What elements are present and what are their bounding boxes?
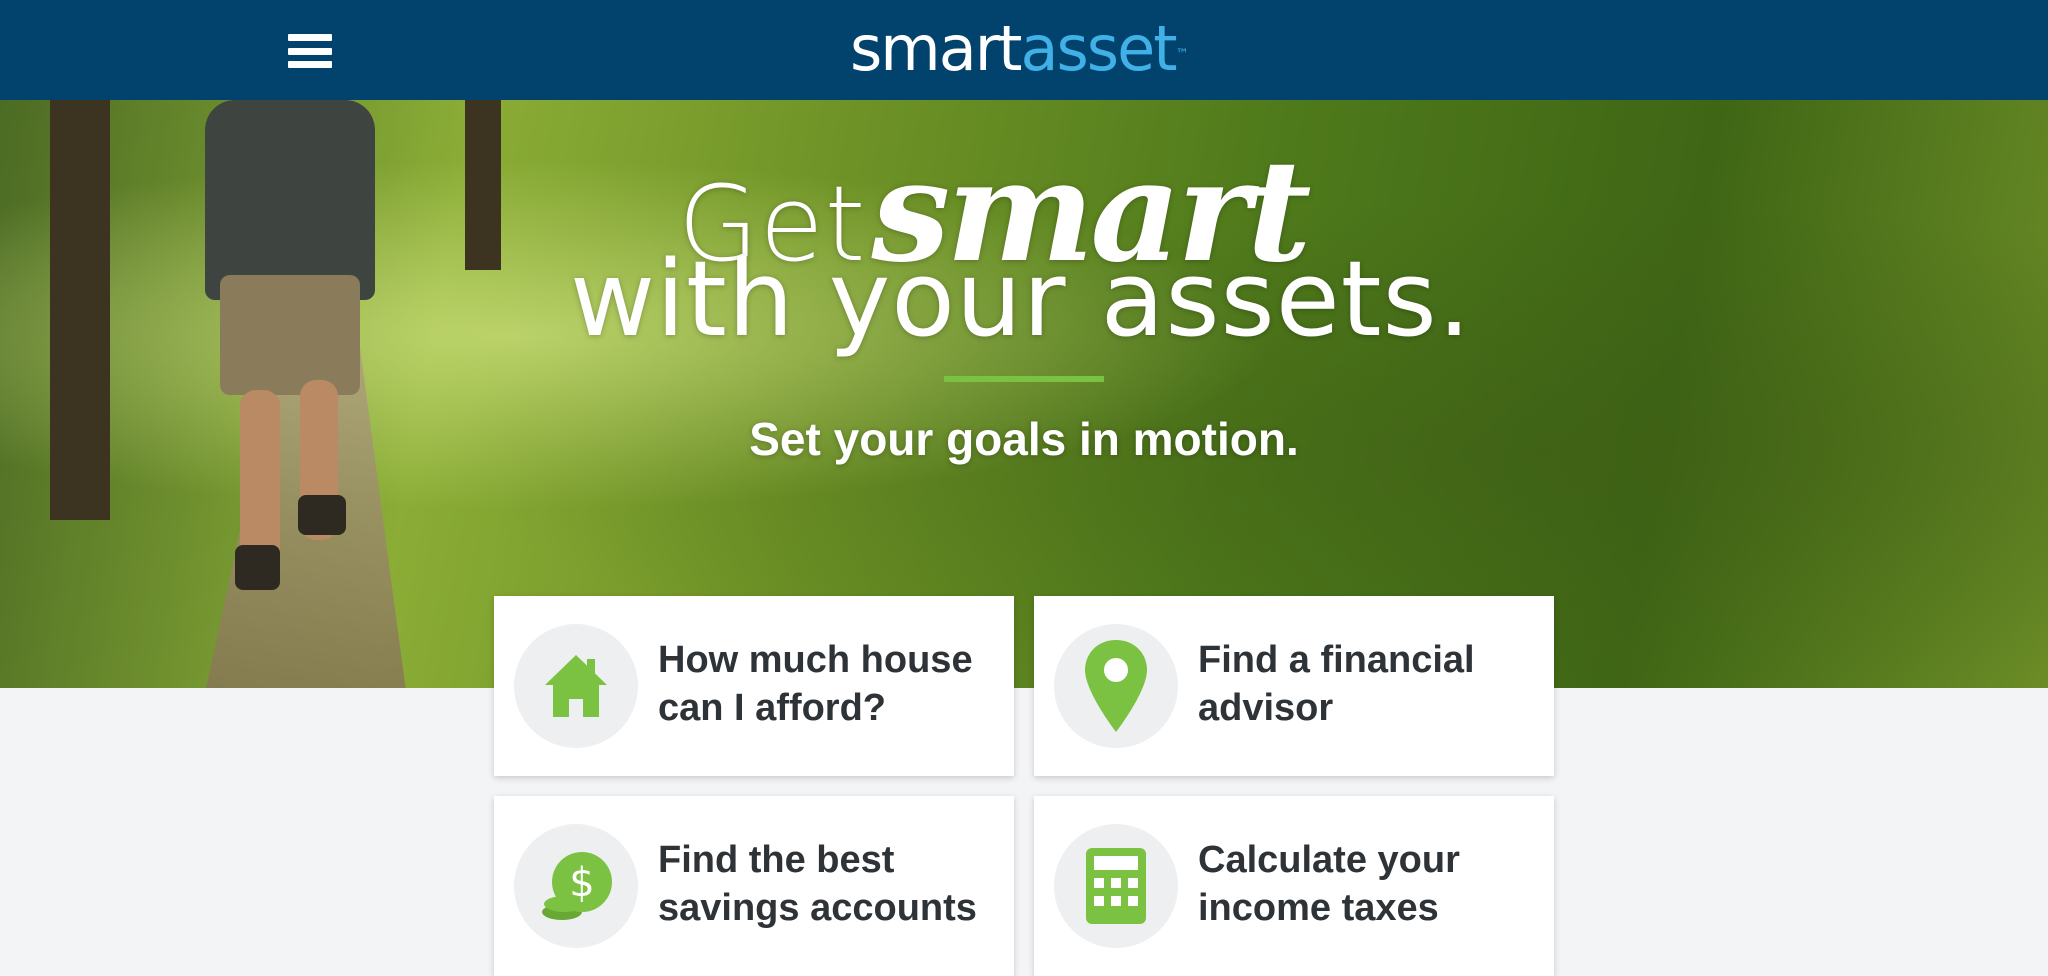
- card-label-line: advisor: [1198, 687, 1334, 729]
- card-label-line: savings accounts: [658, 887, 977, 929]
- hiker-shorts: [220, 275, 360, 395]
- logo-trademark: ™: [1175, 47, 1189, 62]
- card-label-line: Find the best: [658, 839, 895, 881]
- logo-text-asset: asset: [1020, 12, 1178, 85]
- card-house-affordability[interactable]: How much house can I afford?: [494, 596, 1014, 776]
- card-label-line: Find a financial: [1198, 639, 1475, 681]
- menu-bar-line: [288, 47, 332, 55]
- card-label-line: income taxes: [1198, 887, 1439, 929]
- house-icon: [514, 624, 638, 748]
- hiker-boot: [298, 495, 346, 535]
- card-label: Find the best savings accounts: [658, 836, 998, 932]
- svg-text:$: $: [569, 860, 594, 906]
- top-navigation-bar: smartasset™: [0, 0, 2048, 100]
- location-pin-icon: [1054, 624, 1178, 748]
- card-income-taxes[interactable]: Calculate your income taxes: [1034, 796, 1554, 976]
- card-label-line: How much house: [658, 639, 973, 681]
- hiker-boot: [235, 545, 280, 590]
- card-financial-advisor[interactable]: Find a financial advisor: [1034, 596, 1554, 776]
- hero-tagline: Set your goals in motion.: [749, 413, 1299, 465]
- card-label: Calculate your income taxes: [1198, 836, 1538, 932]
- menu-bar-line: [288, 34, 332, 41]
- hiker-backpack: [205, 100, 375, 300]
- calculator-icon: [1054, 824, 1178, 948]
- card-label: How much house can I afford?: [658, 636, 998, 732]
- card-label: Find a financial advisor: [1198, 636, 1538, 732]
- card-label-line: Calculate your: [1198, 839, 1460, 881]
- logo-text-smart: smart: [850, 12, 1022, 85]
- card-label-line: can I afford?: [658, 687, 887, 729]
- hamburger-menu-icon[interactable]: [280, 28, 340, 74]
- headline-divider: [944, 376, 1104, 382]
- headline-line-2: with your assets.: [570, 238, 1472, 360]
- card-savings-accounts[interactable]: $ Find the best savings accounts: [494, 796, 1014, 976]
- smartasset-logo[interactable]: smartasset™: [850, 14, 1189, 84]
- menu-bar-line: [288, 61, 332, 68]
- tree-trunk: [465, 100, 501, 270]
- dollar-coins-icon: $: [514, 824, 638, 948]
